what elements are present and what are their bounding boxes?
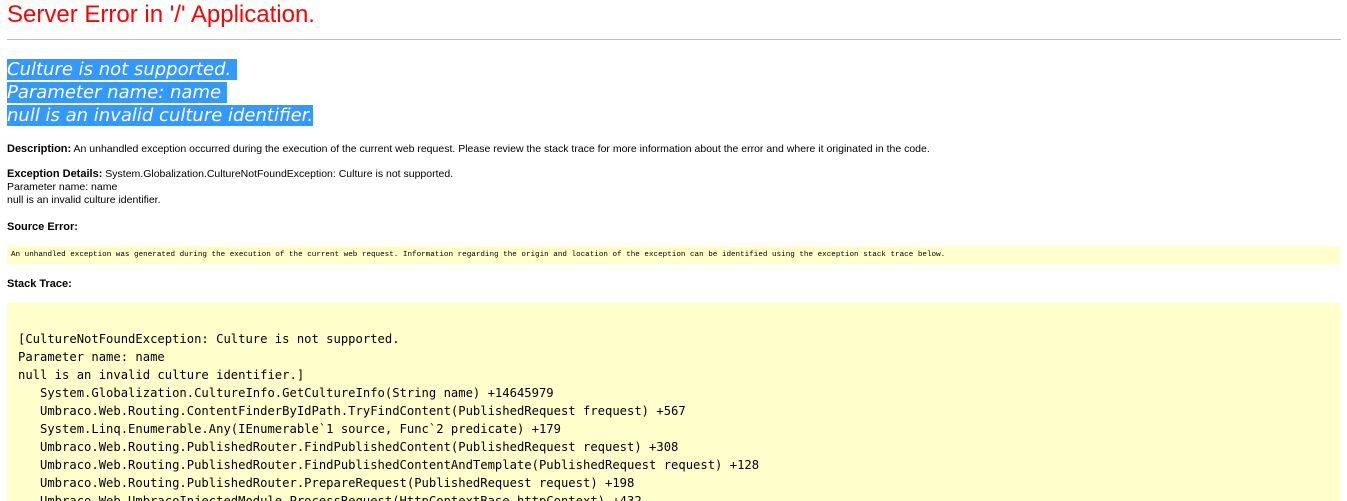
- error-message-line[interactable]: null is an invalid culture identifier.: [7, 105, 314, 126]
- stack-trace-line: [CultureNotFoundException: Culture is no…: [18, 332, 400, 346]
- exception-details: Exception Details: System.Globalization.…: [7, 168, 453, 207]
- description-label: Description:: [7, 143, 72, 155]
- stack-trace-line: Umbraco.Web.Routing.PublishedRouter.Find…: [18, 440, 679, 454]
- exception-details-text: System.Globalization.CultureNotFoundExce…: [102, 168, 454, 180]
- error-message: Culture is not supported. Parameter name…: [7, 58, 314, 127]
- stack-trace-line: Umbraco.Web.Routing.ContentFinderByIdPat…: [18, 404, 686, 418]
- error-message-line[interactable]: Parameter name: name: [7, 82, 227, 103]
- source-error-box: An unhandled exception was generated dur…: [7, 246, 1340, 264]
- stack-trace-line: System.Linq.Enumerable.Any(IEnumerable`1…: [18, 422, 561, 436]
- stack-trace-line: Parameter name: name: [18, 350, 165, 364]
- stack-trace-line: Umbraco.Web.Routing.PublishedRouter.Find…: [18, 458, 760, 472]
- page-title: Server Error in '/' Application.: [7, 1, 315, 28]
- stack-trace-line: Umbraco.Web.Routing.PublishedRouter.Prep…: [18, 476, 635, 490]
- source-error-label: Source Error:: [7, 221, 78, 233]
- exception-details-line: Parameter name: name: [7, 181, 118, 193]
- description: Description: An unhandled exception occu…: [7, 143, 930, 156]
- description-text: An unhandled exception occurred during t…: [71, 143, 930, 155]
- title-divider: [7, 39, 1341, 40]
- stack-trace-line: null is an invalid culture identifier.]: [18, 368, 305, 382]
- stack-trace-label: Stack Trace:: [7, 278, 72, 290]
- error-message-line[interactable]: Culture is not supported.: [7, 59, 237, 80]
- stack-trace-box: [CultureNotFoundException: Culture is no…: [7, 303, 1340, 501]
- exception-details-label: Exception Details:: [7, 168, 103, 180]
- stack-trace-line: Umbraco.Web.UmbracoInjectedModule.Proces…: [18, 494, 642, 501]
- exception-details-line: null is an invalid culture identifier.: [7, 194, 161, 206]
- stack-trace-line: System.Globalization.CultureInfo.GetCult…: [18, 386, 554, 400]
